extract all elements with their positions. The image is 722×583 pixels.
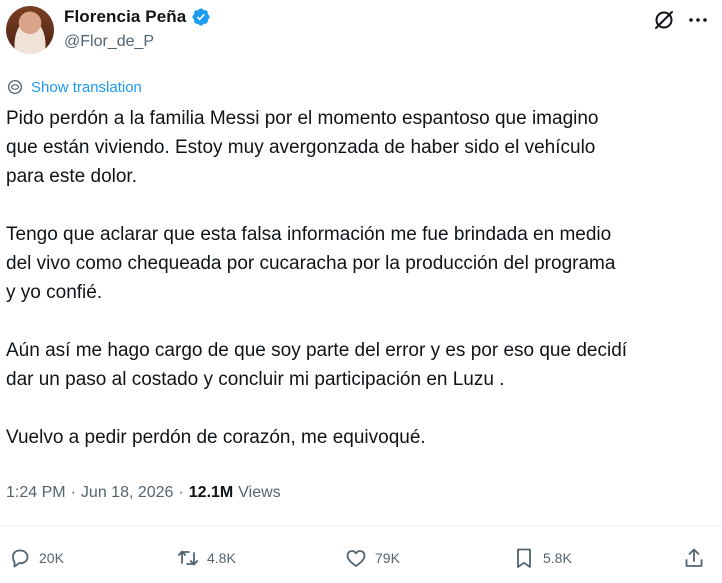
author-name[interactable]: Florencia Peña — [64, 7, 186, 27]
bookmark-icon — [517, 548, 531, 568]
meta-separator: · — [178, 484, 184, 501]
show-translation-link[interactable]: Show translation — [6, 78, 142, 96]
tweet-text: Pido perdón a la familia Messi por el mo… — [6, 108, 628, 448]
retweet-button[interactable]: 4.8K — [176, 546, 236, 570]
divider — [0, 525, 722, 526]
meta-separator: · — [70, 484, 76, 501]
share-button[interactable] — [682, 546, 706, 570]
bookmark-button[interactable]: 5.8K — [512, 546, 572, 570]
reply-icon — [12, 549, 29, 568]
more-icon[interactable] — [686, 8, 710, 32]
avatar[interactable] — [6, 6, 54, 54]
author-name-row[interactable]: Florencia Peña — [64, 7, 211, 27]
globe-icon — [7, 79, 23, 95]
retweet-count: 4.8K — [207, 550, 236, 566]
grok-icon[interactable] — [652, 8, 676, 32]
tweet-date[interactable]: Jun 18, 2026 — [81, 484, 174, 502]
verified-badge-icon — [192, 8, 210, 26]
reply-count: 20K — [39, 550, 64, 566]
like-count: 79K — [375, 550, 400, 566]
bookmark-count: 5.8K — [543, 550, 572, 566]
views-label: Views — [238, 484, 281, 501]
author-handle[interactable]: @Flor_de_P — [64, 33, 154, 51]
reply-button[interactable]: 20K — [8, 546, 64, 570]
views-count: 12.1M — [188, 484, 234, 501]
show-translation-label[interactable]: Show translation — [31, 79, 142, 96]
tweet-time[interactable]: 1:24 PM — [6, 484, 66, 502]
tweet-meta: 1:24 PM · Jun 18, 2026 · 12.1M Views — [6, 484, 281, 502]
share-icon — [685, 548, 703, 567]
like-icon — [346, 550, 366, 567]
action-bar: 20K 4.8K 79K 5.8K — [0, 540, 722, 576]
retweet-icon — [177, 550, 199, 566]
like-button[interactable]: 79K — [344, 546, 400, 570]
